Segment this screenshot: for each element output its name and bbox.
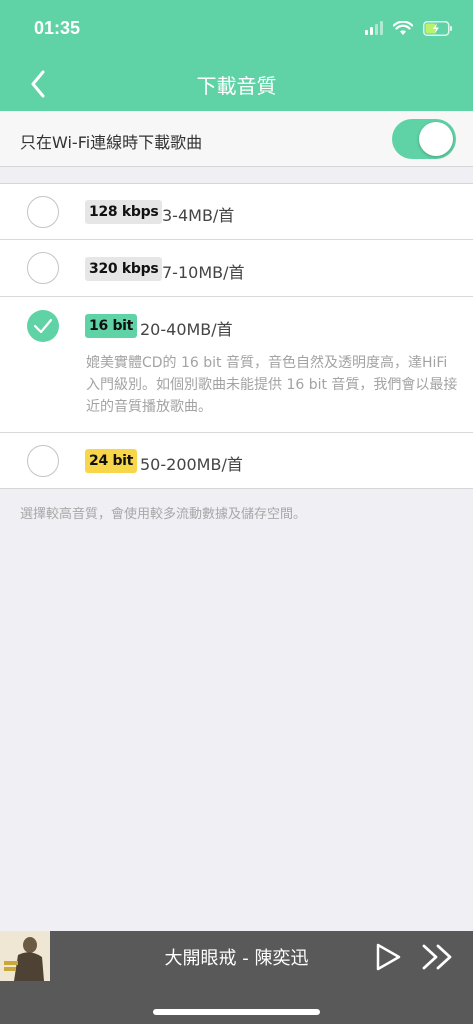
quality-badge: 128 kbps	[85, 200, 163, 224]
quality-badge: 24 bit	[85, 449, 138, 473]
radio-button-checked[interactable]	[27, 310, 59, 342]
home-indicator[interactable]	[153, 1009, 320, 1015]
next-button[interactable]	[420, 941, 456, 973]
play-button[interactable]	[372, 941, 404, 973]
status-bar: 01:35	[0, 0, 473, 56]
quality-size: 7-10MB/首	[162, 263, 245, 282]
wifi-icon	[393, 20, 413, 35]
quality-option-24bit[interactable]: 24 bit 50-200MB/首	[0, 433, 473, 489]
quality-badge: 320 kbps	[85, 257, 163, 281]
quality-size: 20-40MB/首	[140, 320, 233, 339]
wifi-only-row: 只在Wi-Fi連線時下載歌曲	[0, 111, 473, 167]
wifi-only-toggle[interactable]	[392, 119, 456, 159]
checkmark-icon	[33, 318, 53, 334]
radio-button[interactable]	[27, 252, 59, 284]
status-time: 01:35	[34, 18, 81, 38]
quality-size: 3-4MB/首	[162, 206, 235, 225]
quality-option-320kbps[interactable]: 320 kbps 7-10MB/首	[0, 240, 473, 297]
quality-size: 50-200MB/首	[140, 455, 243, 474]
nav-bar: 下載音質	[0, 56, 473, 111]
download-quality-screen: 01:35 下載音質 只在Wi-Fi連線時下載歌曲 128 kbps 3-4MB…	[0, 0, 473, 1024]
fast-forward-icon	[422, 944, 452, 970]
battery-charging-icon	[423, 20, 452, 36]
radio-button[interactable]	[27, 196, 59, 228]
play-icon	[376, 943, 401, 971]
wifi-only-label: 只在Wi-Fi連線時下載歌曲	[20, 133, 203, 152]
header: 01:35 下載音質	[0, 0, 473, 111]
quality-options-list: 128 kbps 3-4MB/首 320 kbps 7-10MB/首 16 bi…	[0, 183, 473, 489]
quality-description: 媲美實體CD的 16 bit 音質，音色自然及透明度高，達HiFi入門級別。如個…	[86, 355, 458, 415]
radio-button[interactable]	[27, 445, 59, 477]
page-title: 下載音質	[196, 74, 277, 98]
quality-badge: 16 bit	[85, 314, 138, 338]
status-icons	[365, 18, 453, 38]
toggle-knob	[419, 122, 453, 156]
quality-option-128kbps[interactable]: 128 kbps 3-4MB/首	[0, 184, 473, 240]
signal-icon	[365, 21, 383, 35]
footer-note: 選擇較高音質，會使用較多流動數據及儲存空間。	[20, 507, 307, 522]
